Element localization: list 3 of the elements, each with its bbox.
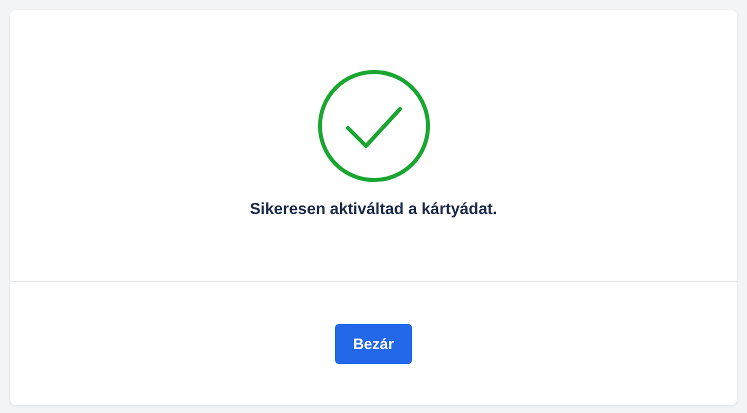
success-message: Sikeresen aktiváltad a kártyádat.: [250, 201, 498, 219]
check-circle-icon: [316, 69, 430, 183]
close-button[interactable]: Bezár: [335, 324, 412, 364]
